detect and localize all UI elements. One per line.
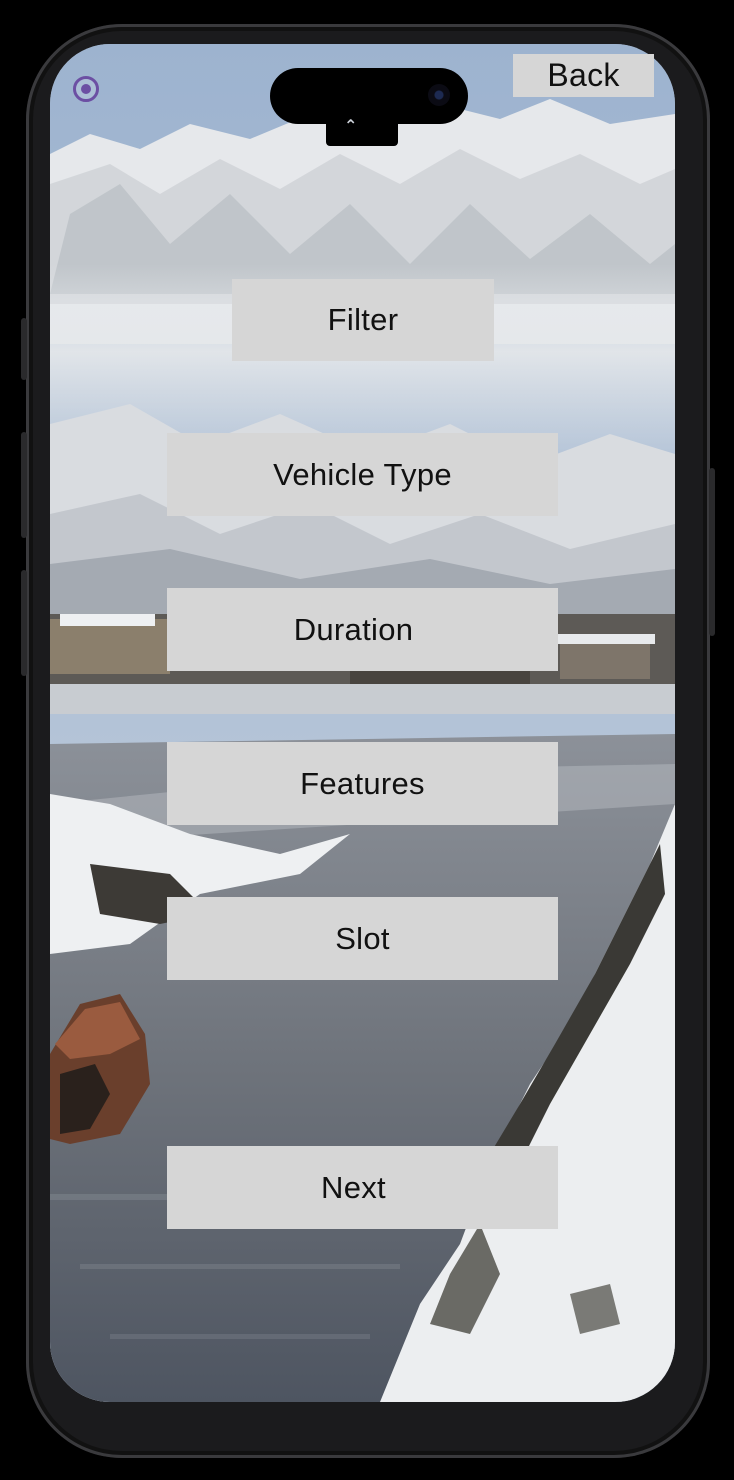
next-button[interactable]: Next — [167, 1146, 558, 1229]
duration-button[interactable]: Duration — [167, 588, 558, 671]
vehicle-type-button[interactable]: Vehicle Type — [167, 433, 558, 516]
filter-button[interactable]: Filter — [232, 279, 494, 361]
radio-selected-icon[interactable] — [73, 76, 99, 102]
back-button[interactable]: Back — [513, 54, 654, 97]
slot-button[interactable]: Slot — [167, 897, 558, 980]
power-button — [709, 468, 715, 636]
front-camera — [428, 84, 450, 106]
features-button[interactable]: Features — [167, 742, 558, 825]
chevron-up-icon: ⌃ — [344, 116, 358, 135]
volume-down-button — [21, 570, 27, 676]
collapse-tab[interactable]: ⌃ — [326, 110, 398, 146]
volume-up-button — [21, 432, 27, 538]
mute-switch — [21, 318, 27, 380]
